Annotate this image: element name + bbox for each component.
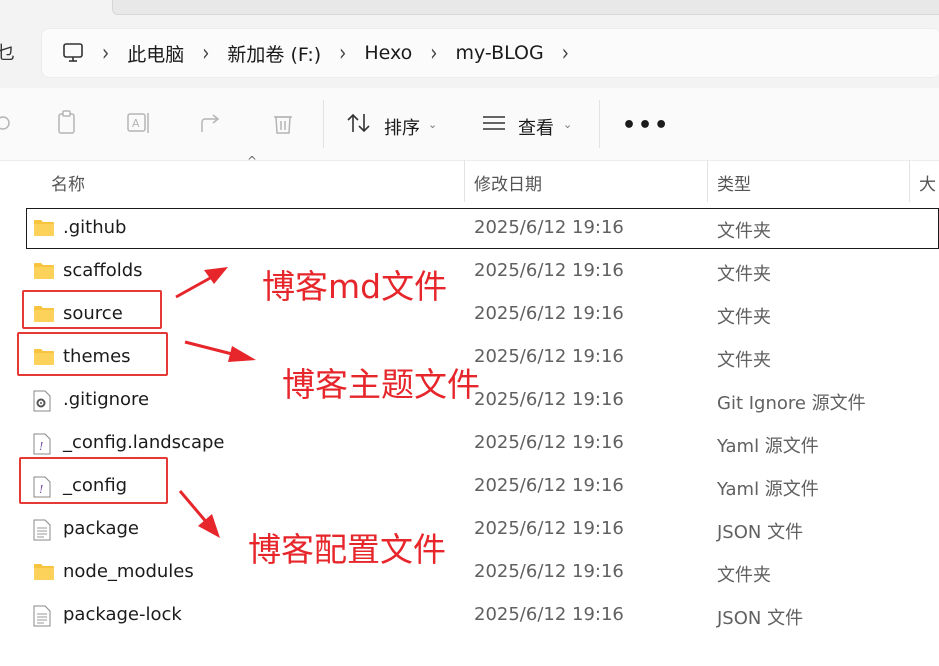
annotation-md-files: 博客md文件 [262, 267, 448, 306]
annotation-theme-files: 博客主题文件 [282, 365, 480, 404]
annotation-arrows [175, 267, 256, 538]
annotation-config-files: 博客配置文件 [248, 530, 446, 569]
